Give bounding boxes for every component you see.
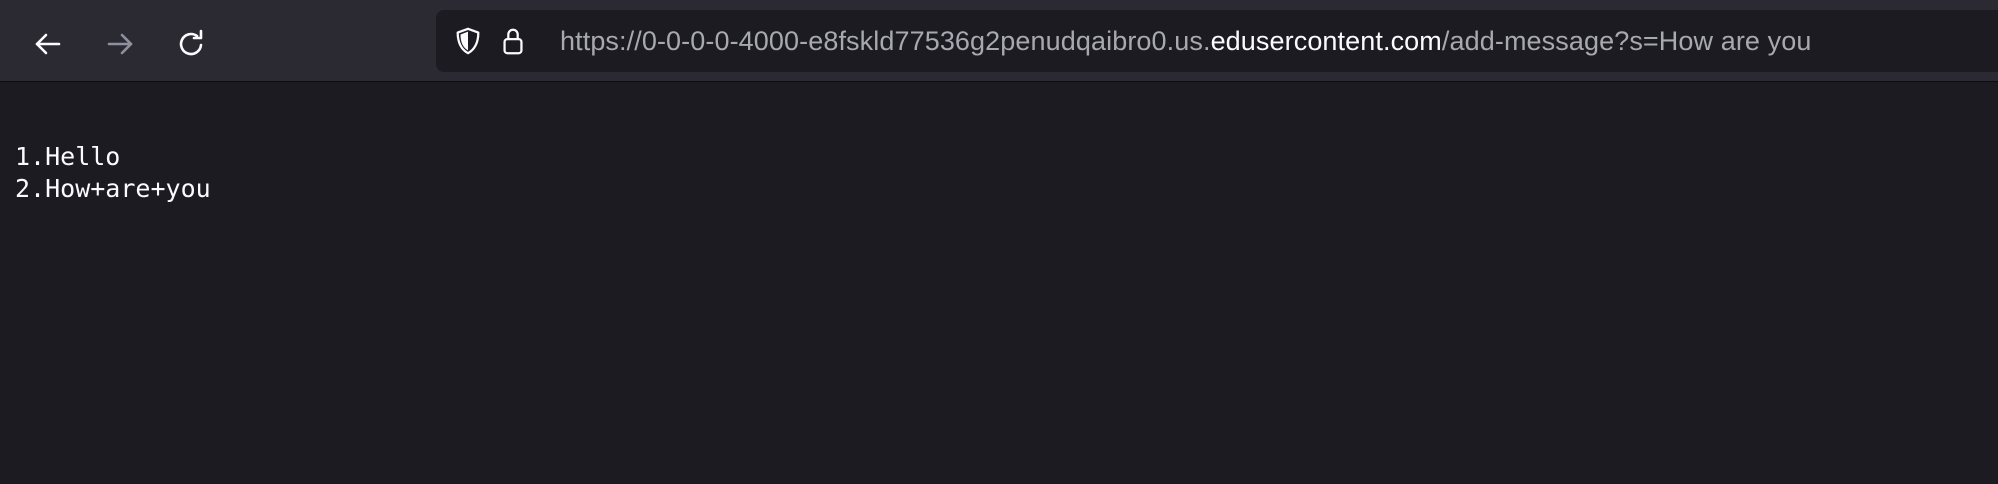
url-text[interactable]: https://0-0-0-0-4000-e8fskld77536g2penud… [560,10,1811,72]
page-content: 1.Hello 2.How+are+you [15,141,211,205]
url-suffix: /add-message?s=How are you [1441,26,1812,56]
forward-button[interactable] [97,21,143,67]
site-info-button[interactable] [496,24,530,58]
url-domain: edusercontent.com [1210,26,1442,56]
reload-icon [179,29,203,56]
shield-icon [456,27,480,55]
back-button[interactable] [25,21,71,67]
tracking-protection-button[interactable] [451,24,485,58]
browser-toolbar: https://0-0-0-0-4000-e8fskld77536g2penud… [0,0,1998,82]
url-prefix: https://0-0-0-0-4000-e8fskld77536g2penud… [560,26,1211,56]
message-line: 1.Hello [15,142,121,171]
url-bar[interactable]: https://0-0-0-0-4000-e8fskld77536g2penud… [436,10,1998,72]
reload-button[interactable] [169,21,215,67]
arrow-right-icon [107,33,133,55]
arrow-left-icon [35,33,61,55]
message-line: 2.How+are+you [15,174,211,203]
lock-icon [503,28,523,55]
